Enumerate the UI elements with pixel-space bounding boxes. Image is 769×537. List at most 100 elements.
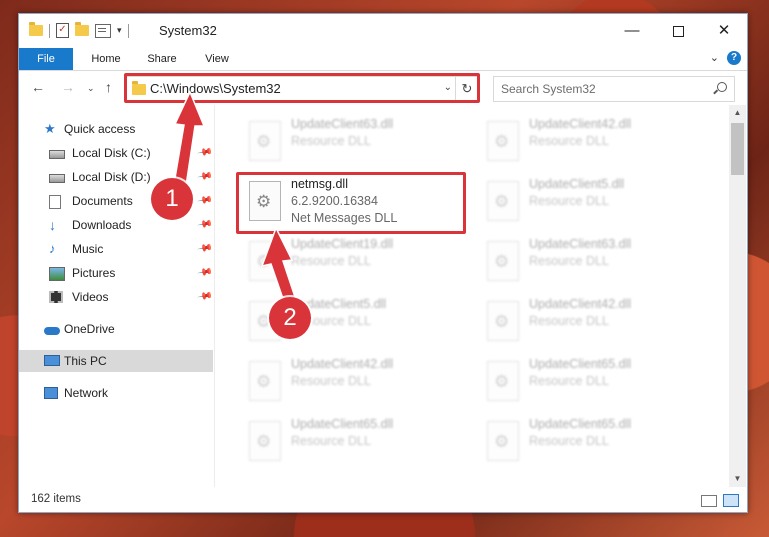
list-item[interactable]: UpdateClient65.dll Resource DLL bbox=[241, 417, 471, 473]
dll-file-icon bbox=[249, 241, 281, 281]
scrollbar-thumb[interactable] bbox=[731, 123, 744, 175]
sidebar-item-videos[interactable]: Videos 📌 bbox=[19, 286, 213, 308]
list-item[interactable]: UpdateClient65.dll Resource DLL bbox=[479, 357, 709, 413]
dll-file-icon bbox=[487, 241, 519, 281]
file-description: Resource DLL bbox=[529, 434, 609, 448]
pin-icon[interactable]: 📌 bbox=[193, 236, 216, 261]
list-item[interactable]: UpdateClient63.dll Resource DLL bbox=[241, 117, 471, 173]
vertical-scrollbar[interactable]: ▲ ▼ bbox=[729, 105, 746, 487]
file-name: UpdateClient65.dll bbox=[529, 357, 632, 371]
list-item[interactable]: UpdateClient5.dll Resource DLL bbox=[479, 177, 709, 233]
file-name: UpdateClient63.dll bbox=[529, 237, 632, 251]
details-view-icon[interactable] bbox=[701, 495, 717, 507]
sidebar-item-downloads[interactable]: ↓ Downloads 📌 bbox=[19, 214, 213, 236]
file-description: Resource DLL bbox=[529, 314, 609, 328]
sidebar-item-quick-access[interactable]: ★ Quick access bbox=[19, 118, 213, 140]
sidebar-item-local-disk-c[interactable]: Local Disk (C:) 📌 bbox=[19, 142, 213, 164]
large-icons-view-icon[interactable] bbox=[723, 494, 739, 507]
pin-icon[interactable]: 📌 bbox=[193, 284, 216, 309]
list-item[interactable]: UpdateClient65.dll Resource DLL bbox=[479, 417, 709, 473]
dll-file-icon bbox=[487, 421, 519, 461]
sidebar-item-onedrive[interactable]: OneDrive bbox=[19, 318, 213, 340]
sidebar-item-label: Network bbox=[64, 386, 109, 400]
pin-icon[interactable]: 📌 bbox=[193, 140, 216, 165]
tab-file[interactable]: File bbox=[19, 48, 73, 70]
maximize-button[interactable] bbox=[655, 14, 701, 48]
pin-icon[interactable]: 📌 bbox=[193, 212, 216, 237]
file-name: UpdateClient63.dll bbox=[291, 117, 394, 131]
file-name: UpdateClient65.dll bbox=[291, 417, 394, 431]
sidebar-item-label: This PC bbox=[64, 354, 107, 368]
properties-check-icon[interactable]: ✓ bbox=[56, 23, 69, 38]
folder-icon bbox=[29, 22, 43, 36]
file-highlight bbox=[236, 172, 466, 234]
sidebar-item-label: Local Disk (D:) bbox=[72, 170, 151, 184]
search-input[interactable]: Search System32 bbox=[501, 82, 596, 96]
download-icon: ↓ bbox=[49, 217, 56, 233]
computer-icon bbox=[44, 355, 60, 366]
sidebar-item-label: OneDrive bbox=[64, 322, 115, 336]
dll-file-icon bbox=[249, 421, 281, 461]
tab-view[interactable]: View bbox=[197, 48, 237, 70]
cloud-icon bbox=[44, 327, 60, 335]
list-item[interactable]: UpdateClient19.dll Resource DLL bbox=[241, 237, 471, 293]
scroll-up-arrow-icon[interactable]: ▲ bbox=[729, 105, 746, 121]
maximize-icon bbox=[672, 25, 684, 37]
tab-share[interactable]: Share bbox=[139, 48, 185, 70]
pin-icon[interactable]: 📌 bbox=[193, 164, 216, 189]
up-arrow-icon[interactable]: ↑ bbox=[105, 79, 112, 95]
new-folder-icon[interactable] bbox=[75, 22, 89, 36]
sidebar-item-music[interactable]: ♪ Music 📌 bbox=[19, 238, 213, 260]
recent-locations-dropdown-icon[interactable]: ⌄ bbox=[87, 83, 95, 94]
scroll-down-arrow-icon[interactable]: ▼ bbox=[729, 471, 746, 487]
file-description: Resource DLL bbox=[529, 194, 609, 208]
file-name: UpdateClient42.dll bbox=[529, 297, 632, 311]
search-icon[interactable] bbox=[717, 82, 727, 92]
expand-ribbon-chevron-icon[interactable]: ⌄ bbox=[710, 51, 719, 64]
documents-icon bbox=[49, 195, 61, 209]
minimize-button[interactable]: — bbox=[609, 14, 655, 48]
file-name: UpdateClient65.dll bbox=[529, 417, 632, 431]
forward-arrow-icon[interactable]: → bbox=[61, 79, 75, 95]
ribbon-tabs: File Home Share View ⌄ ? bbox=[19, 48, 747, 71]
pin-icon[interactable]: 📌 bbox=[193, 260, 216, 285]
file-description: Resource DLL bbox=[291, 254, 371, 268]
sidebar-item-label: Music bbox=[72, 242, 104, 256]
file-description: Resource DLL bbox=[291, 374, 371, 388]
list-item[interactable]: UpdateClient42.dll Resource DLL bbox=[479, 117, 709, 173]
file-name: UpdateClient19.dll bbox=[291, 237, 394, 251]
file-description: Resource DLL bbox=[529, 254, 609, 268]
dll-file-icon bbox=[487, 301, 519, 341]
pictures-icon bbox=[49, 267, 65, 281]
help-icon[interactable]: ? bbox=[727, 51, 741, 65]
file-name: UpdateClient5.dll bbox=[529, 177, 625, 191]
file-name: UpdateClient42.dll bbox=[291, 357, 394, 371]
sidebar-item-network[interactable]: Network bbox=[19, 382, 213, 404]
close-button[interactable]: ✕ bbox=[701, 14, 747, 48]
navigation-pane: ★ Quick access Local Disk (C:) 📌 Local D… bbox=[19, 105, 215, 487]
item-count: 162 items bbox=[31, 493, 81, 505]
disk-icon bbox=[49, 150, 65, 159]
address-bar-highlight bbox=[124, 73, 480, 103]
sidebar-item-label: Quick access bbox=[64, 122, 136, 136]
disk-icon bbox=[49, 174, 65, 183]
properties-icon[interactable] bbox=[95, 23, 111, 38]
music-icon: ♪ bbox=[49, 241, 56, 256]
step-1-badge: 1 bbox=[151, 178, 193, 220]
sidebar-item-this-pc[interactable]: This PC bbox=[19, 350, 213, 372]
tab-home[interactable]: Home bbox=[81, 48, 131, 70]
customize-toolbar-dropdown-icon[interactable]: ▾ bbox=[117, 25, 122, 36]
file-list: UpdateClient63.dll Resource DLL netmsg.d… bbox=[215, 105, 729, 487]
list-item[interactable]: UpdateClient42.dll Resource DLL bbox=[479, 297, 709, 353]
sidebar-item-pictures[interactable]: Pictures 📌 bbox=[19, 262, 213, 284]
status-bar: 162 items bbox=[19, 488, 747, 512]
dll-file-icon bbox=[487, 361, 519, 401]
sidebar-item-label: Local Disk (C:) bbox=[72, 146, 151, 160]
quick-access-toolbar: ✓ ▾ bbox=[29, 22, 129, 38]
search-box[interactable]: Search System32 bbox=[493, 76, 735, 102]
dll-file-icon bbox=[249, 361, 281, 401]
pin-icon[interactable]: 📌 bbox=[193, 188, 216, 213]
back-arrow-icon[interactable]: ← bbox=[31, 79, 45, 95]
list-item[interactable]: UpdateClient42.dll Resource DLL bbox=[241, 357, 471, 413]
list-item[interactable]: UpdateClient63.dll Resource DLL bbox=[479, 237, 709, 293]
